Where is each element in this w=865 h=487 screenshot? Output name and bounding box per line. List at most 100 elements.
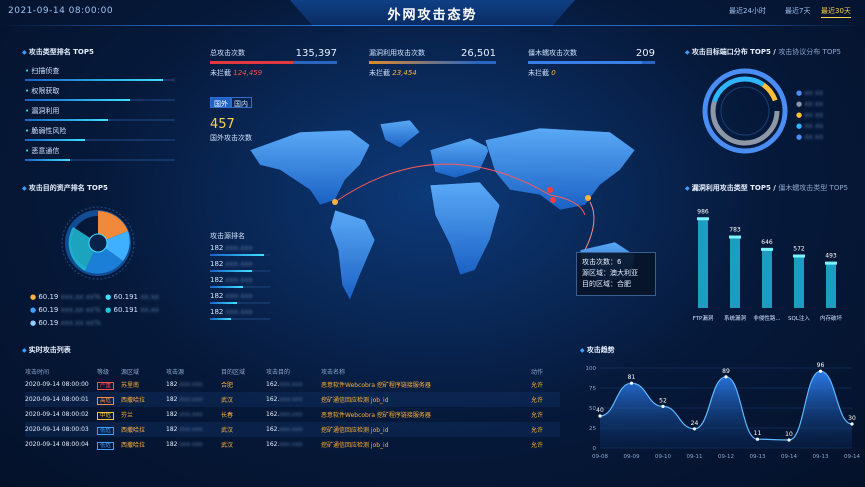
vuln-bar xyxy=(698,219,708,308)
trend-point xyxy=(818,369,823,373)
trend-point xyxy=(661,404,665,408)
range-7d-tab[interactable]: 最近7天 xyxy=(785,6,810,16)
attack-type-item: 脆弱性风险 xyxy=(25,126,175,146)
x-tick-label: 09-08 xyxy=(592,454,608,460)
tab-foreign[interactable]: 国外 xyxy=(210,97,232,108)
trend-value-label: 81 xyxy=(628,374,636,381)
vuln-types-title: 漏洞利用攻击类型 TOP5 / 僵木蠕攻击类型 TOP5 xyxy=(685,183,848,193)
y-tick-label: 0 xyxy=(593,446,597,452)
x-tick-label: 09-14 xyxy=(781,454,797,460)
vuln-value-label: 646 xyxy=(761,239,773,246)
trend-value-label: 10 xyxy=(785,431,793,438)
range-24h-tab[interactable]: 最近24小时 xyxy=(729,6,766,16)
stat-botnet: 僵木蠕攻击次数 209 未拦截 0 xyxy=(528,48,655,77)
trend-value-label: 30 xyxy=(848,415,856,422)
vuln-value-label: 572 xyxy=(793,246,805,253)
trend-value-label: 52 xyxy=(659,397,667,404)
trend-value-label: 24 xyxy=(691,420,699,427)
trend-point xyxy=(787,438,791,442)
asset-legend-item: 60.191 xyxy=(113,293,139,301)
trend-value-label: 89 xyxy=(722,368,730,375)
vuln-bar xyxy=(762,249,772,308)
x-tick-label: 09-13 xyxy=(813,454,829,460)
asia-shape xyxy=(484,127,636,211)
vuln-category-label: 非侵性路... xyxy=(753,314,780,322)
stat-vuln: 漏洞利用攻击次数 26,501 未拦截 23,454 xyxy=(369,48,496,77)
vuln-category-label: 系统漏洞 xyxy=(724,314,747,322)
y-tick-label: 100 xyxy=(586,366,597,372)
asset-legend-item: 60.191 xyxy=(113,306,139,314)
vuln-bar xyxy=(794,256,804,308)
africa-shape xyxy=(429,181,501,276)
trend-point xyxy=(629,381,634,385)
vuln-category-label: 内存破坏 xyxy=(820,314,843,322)
asset-legend: ● 60.19 xxx.xx xx% ● 60.191 xx.xx ● 60.1… xyxy=(30,293,160,327)
vuln-value-label: 493 xyxy=(825,253,837,260)
x-tick-label: 09-09 xyxy=(624,454,640,460)
attack-list-title: 实时攻击列表 xyxy=(22,345,71,355)
table-row[interactable]: 2020-09-14 08:00:02 中危 芬兰 182.xxx.xxx 长春 162.… xyxy=(25,407,560,422)
trend-point xyxy=(850,422,854,426)
x-tick-label: 09-10 xyxy=(655,454,671,460)
asset-legend-item: 60.19 xyxy=(38,306,59,314)
attack-list: 攻击时间 等级 源区域 攻击源 目的区域 攻击目的 攻击名称 动作 2020-09-14 08… xyxy=(25,366,560,452)
north-america-shape xyxy=(249,129,371,206)
asset-radial-chart xyxy=(61,206,135,280)
vuln-bar-cap xyxy=(761,247,773,251)
vuln-bar-cap xyxy=(729,235,741,239)
stat-total: 总攻击次数 135,397 未拦截 124,459 xyxy=(210,48,337,77)
attack-type-item: 恶意通信 xyxy=(25,146,175,166)
trend-value-label: 40 xyxy=(596,407,604,414)
vuln-bar-cap xyxy=(697,217,709,221)
port-legend: ● xx xx ● xx xx ● xx xx ● xx xx ● xx xx xyxy=(796,89,824,141)
range-30d-tab[interactable]: 最近30天 xyxy=(821,6,851,18)
source-rank-list: 182.xxx.xxx 182.xxx.xxx 182.xxx.xxx 182.… xyxy=(210,244,270,324)
x-tick-label: 09-11 xyxy=(687,454,703,460)
vuln-bar-cap xyxy=(793,254,805,258)
attack-type-item: 权限获取 xyxy=(25,86,175,106)
ports-title: 攻击目标端口分布 TOP5 / 攻击协议分布 TOP5 xyxy=(685,47,841,57)
trend-point xyxy=(692,427,697,431)
table-header: 攻击时间 等级 源区域 攻击源 目的区域 攻击目的 攻击名称 动作 xyxy=(25,369,544,376)
page-title: 外网攻击态势 xyxy=(387,8,478,23)
trend-value-label: 96 xyxy=(817,362,825,369)
table-row[interactable]: 2020-09-14 08:00:00 严重 苏里南 182.xxx.xxx 合肥 162… xyxy=(25,377,560,392)
attack-types-title: 攻击类型排名 TOP5 xyxy=(22,47,94,57)
x-tick-label: 09-12 xyxy=(718,454,734,460)
trend-area-chart: 02550751004009-088109-095209-102409-1189… xyxy=(586,362,861,460)
attack-types-list: 扫描侦查 权限获取 漏洞利用 脆弱性风险 恶意通信 xyxy=(25,66,175,166)
vuln-value-label: 783 xyxy=(729,227,741,234)
y-tick-label: 25 xyxy=(589,426,596,432)
x-tick-label: 09-14 xyxy=(844,454,860,460)
port-donut-chart xyxy=(702,68,788,154)
table-row[interactable]: 2020-09-14 08:00:04 低危 西撒哈拉 182.xxx.xxx 武汉 16… xyxy=(25,437,560,452)
vuln-bar-cap xyxy=(825,261,837,265)
south-america-shape xyxy=(329,209,376,301)
y-tick-label: 75 xyxy=(589,386,596,392)
trend-point xyxy=(755,437,760,441)
trend-area xyxy=(600,371,852,448)
asset-legend-item: 60.19 xyxy=(38,319,59,327)
vuln-category-label: SQL注入 xyxy=(788,314,810,322)
attack-type-item: 漏洞利用 xyxy=(25,106,175,126)
x-tick-label: 09-13 xyxy=(750,454,766,460)
foreign-attack-count: 457 xyxy=(210,117,235,132)
vuln-bar xyxy=(730,237,740,308)
table-row[interactable]: 2020-09-14 08:00:03 低危 西撒哈拉 182.xxx.xxx 武汉 16… xyxy=(25,422,560,437)
vuln-value-label: 986 xyxy=(697,208,709,215)
datetime: 2021-09-14 08:00:00 xyxy=(8,6,114,16)
greenland-shape xyxy=(379,119,421,149)
vuln-category-label: FTP漏洞 xyxy=(693,314,714,322)
asset-legend-item: 60.19 xyxy=(38,293,59,301)
vuln-bar-chart: 986 FTP漏洞 783 系统漏洞 646 非侵性路... 572 SQL注入 493 内存破坏 xyxy=(693,208,843,322)
table-row[interactable]: 2020-09-14 08:00:01 高危 西撒哈拉 182.xxx.xxx 武汉 16… xyxy=(25,392,560,407)
trend-value-label: 11 xyxy=(754,430,762,437)
map-tooltip: 攻击次数：6 源区域：澳大利亚 目的区域：合肥 xyxy=(576,252,656,296)
attack-type-item: 扫描侦查 xyxy=(25,66,175,86)
tab-domestic[interactable]: 国内 xyxy=(230,97,252,108)
trend-title: 攻击趋势 xyxy=(580,345,615,355)
europe-shape xyxy=(429,137,491,179)
vuln-bar xyxy=(826,263,836,308)
trend-point xyxy=(598,414,602,418)
target-assets-title: 攻击目的资产排名 TOP5 xyxy=(22,183,108,193)
